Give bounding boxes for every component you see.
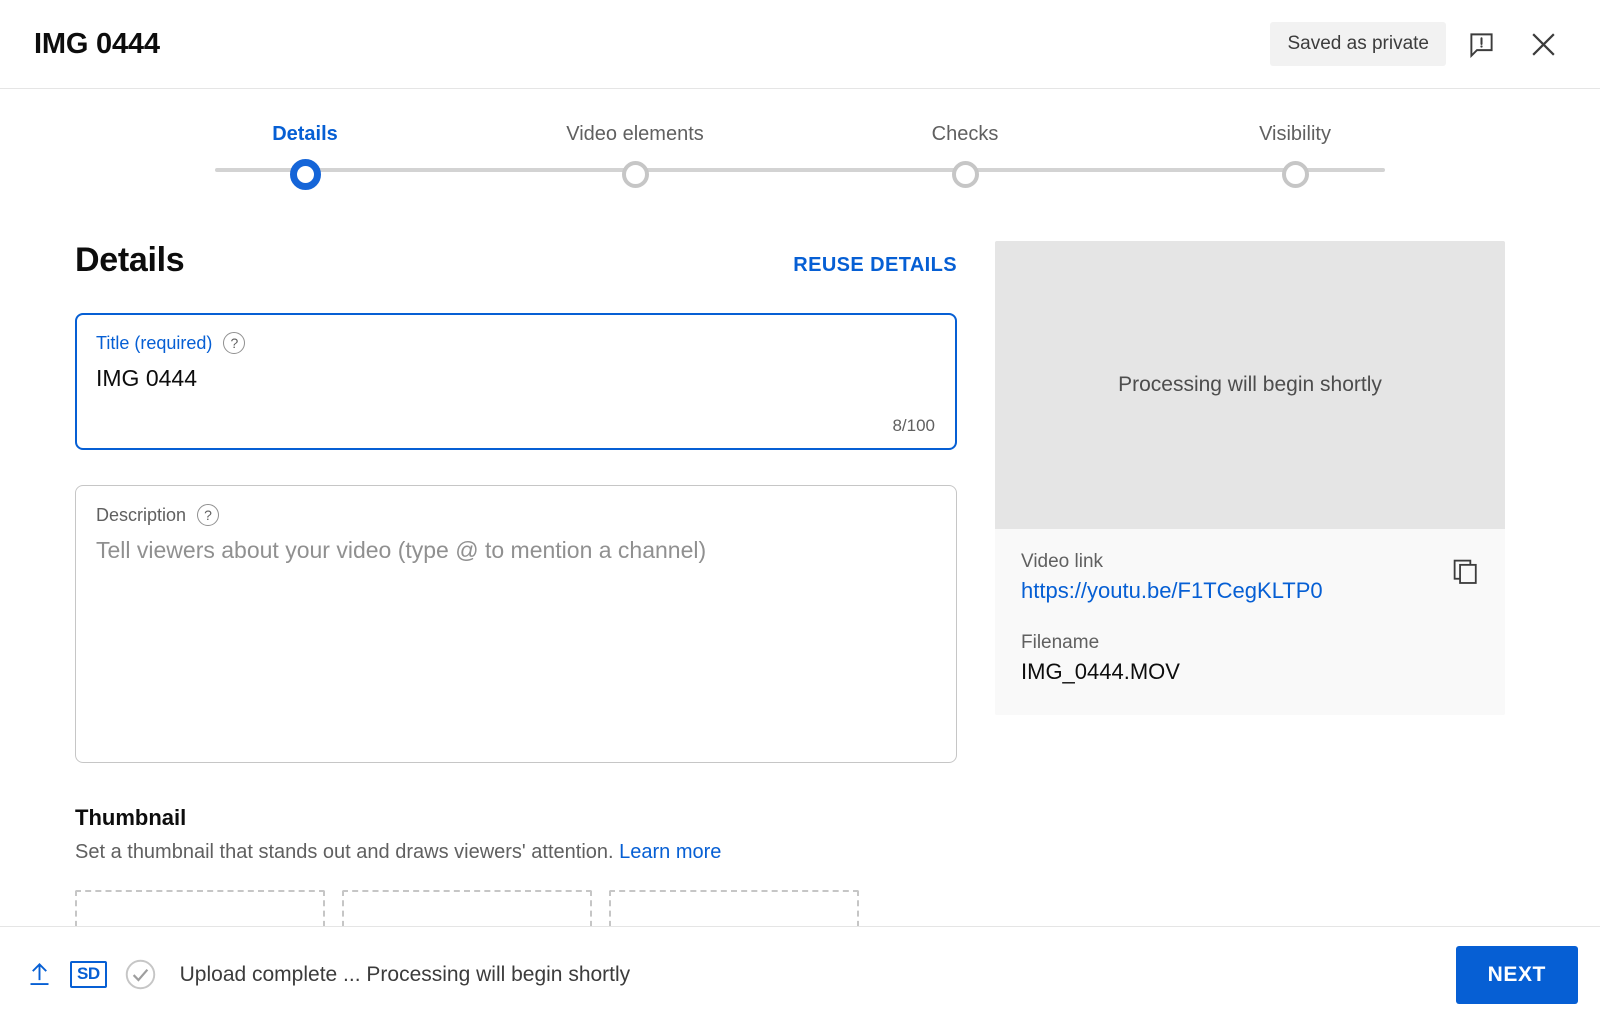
step-details[interactable]: Details (140, 123, 470, 190)
step-dot-video-elements[interactable] (621, 161, 649, 188)
step-label: Visibility (1259, 123, 1331, 145)
video-info: Video link https://youtu.be/F1TCegKLTP0 … (995, 529, 1505, 715)
description-label-text: Description (96, 504, 187, 525)
upload-status-text: Upload complete ... Processing will begi… (179, 962, 631, 986)
details-scroll-area[interactable]: Details REUSE DETAILS Title (required) ?… (0, 201, 1600, 926)
step-visibility[interactable]: Visibility (1130, 123, 1460, 190)
thumbnail-options (75, 890, 957, 926)
feedback-button[interactable] (1454, 17, 1508, 71)
thumbnail-section: Thumbnail Set a thumbnail that stands ou… (75, 805, 957, 926)
status-icons: SD (26, 958, 157, 991)
upload-stepper: Details Video elements Checks Visibility (0, 89, 1600, 201)
feedback-exclamation-icon (1469, 32, 1493, 58)
step-dot-visibility[interactable] (1281, 161, 1309, 188)
step-label: Video elements (566, 123, 704, 145)
title-field-label: Title (required) ? (96, 332, 936, 354)
section-title: Details (75, 241, 185, 279)
video-link-label: Video link (1021, 551, 1104, 572)
video-preview-card: Processing will begin shortly Video link… (995, 241, 1505, 715)
thumbnail-upload-box[interactable] (75, 890, 325, 926)
step-video-elements[interactable]: Video elements (470, 123, 800, 190)
next-button[interactable]: NEXT (1455, 945, 1578, 1004)
copy-link-button[interactable] (1445, 551, 1485, 591)
description-field-label: Description ? (96, 504, 936, 526)
step-label: Checks (931, 123, 999, 145)
step-dot-details[interactable] (289, 159, 321, 190)
thumbnail-heading: Thumbnail (75, 805, 187, 830)
step-dot-checks[interactable] (951, 161, 979, 188)
filename-value: IMG_0444.MOV (1021, 659, 1180, 684)
thumbnail-description-text: Set a thumbnail that stands out and draw… (75, 841, 614, 863)
thumbnail-description: Set a thumbnail that stands out and draw… (75, 841, 957, 864)
page-title: IMG 0444 (34, 27, 160, 60)
help-circle-icon[interactable]: ? (223, 332, 246, 354)
check-circle-icon (125, 959, 155, 990)
close-button[interactable] (1516, 17, 1570, 71)
filename-label: Filename (1021, 632, 1100, 653)
video-link[interactable]: https://youtu.be/F1TCegKLTP0 (1021, 578, 1323, 604)
upload-arrow-icon (30, 963, 49, 986)
processing-text: Processing will begin shortly (1118, 373, 1382, 396)
details-section-header: Details REUSE DETAILS (75, 241, 957, 280)
copy-icon (1453, 559, 1477, 584)
thumbnail-auto-box-2[interactable] (609, 890, 859, 926)
step-checks[interactable]: Checks (800, 123, 1130, 190)
status-badge: Saved as private (1270, 22, 1446, 66)
video-thumbnail-placeholder: Processing will begin shortly (995, 241, 1505, 529)
reuse-details-button[interactable]: REUSE DETAILS (793, 254, 957, 277)
quality-badge: SD (70, 961, 107, 988)
title-char-count: 8/100 (892, 416, 935, 435)
title-input[interactable]: IMG 0444 (96, 365, 936, 392)
step-label: Details (272, 123, 338, 145)
help-circle-icon[interactable]: ? (197, 504, 220, 526)
upload-status-bar: SD Upload complete ... Processing will b… (0, 926, 1600, 1022)
preview-column: Processing will begin shortly Video link… (995, 241, 1505, 926)
title-label-text: Title (required) (96, 332, 213, 353)
dialog-header: IMG 0444 Saved as private (0, 0, 1600, 89)
header-actions: Saved as private (1270, 17, 1570, 71)
thumbnail-auto-box-1[interactable] (342, 890, 592, 926)
description-input[interactable]: Tell viewers about your video (type @ to… (96, 537, 936, 564)
title-field[interactable]: Title (required) ? IMG 0444 8/100 (75, 313, 957, 450)
close-icon (1531, 32, 1555, 56)
details-column: Details REUSE DETAILS Title (required) ?… (75, 241, 957, 926)
description-field[interactable]: Description ? Tell viewers about your vi… (75, 485, 957, 763)
thumbnail-learn-more-link[interactable]: Learn more (619, 841, 721, 863)
